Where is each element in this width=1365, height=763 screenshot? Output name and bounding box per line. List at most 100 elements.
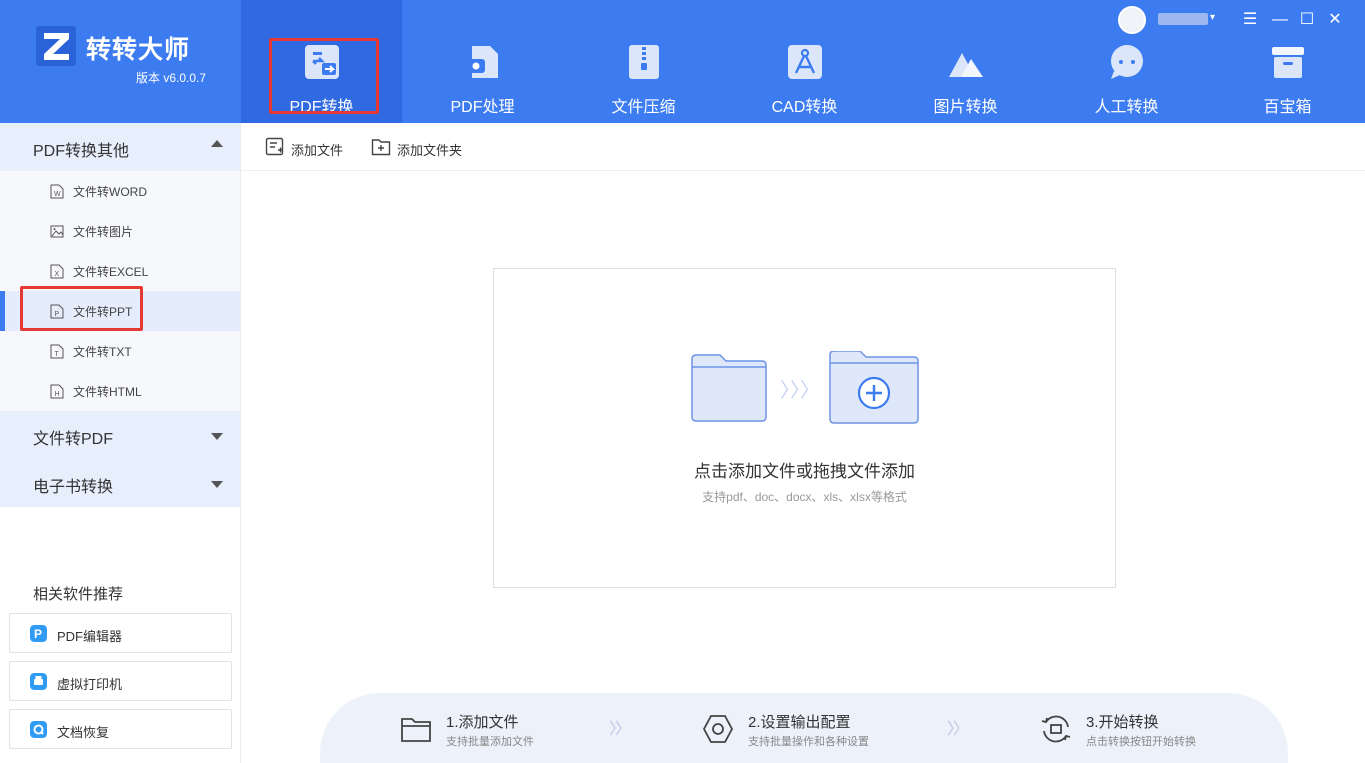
sidebar-item-label: 文件转TXT [73,345,132,359]
nav-label: PDF转换 [289,99,354,116]
active-indicator [0,291,5,331]
pdf-editor-icon: P [30,625,47,642]
settings-hex-icon [702,715,734,743]
sidebar-item-label: 文件转PPT [73,305,133,319]
zip-icon [629,45,659,79]
nav-tab-image-convert[interactable]: 图片转换 [885,0,1046,123]
sidebar-item-label: 文件转EXCEL [73,265,149,279]
app-header: 转转大师 版本 v6.0.0.7 PDF转换 PDF处理 文件压缩 CAD转换 … [0,0,1365,123]
svg-text:W: W [54,191,61,198]
step-subtitle: 点击转换按钮开始转换 [1086,736,1196,748]
chevron-down-icon[interactable]: ▾ [1210,12,1215,23]
step-title: 3.开始转换 [1086,714,1159,731]
sidebar-item-label: 文件转WORD [73,185,147,199]
toolbar: 添加文件 添加文件夹 [241,123,1365,171]
sidebar-group-label: PDF转换其他 [33,143,130,160]
nav-tab-file-compress[interactable]: 文件压缩 [563,0,724,123]
nav-tab-pdf-process[interactable]: PDF处理 [402,0,563,123]
file-dropzone[interactable]: 〉〉〉 点击添加文件或拖拽文件添加 支持pdf、doc、docx、xls、xls… [493,268,1116,588]
step-subtitle: 支持批量添加文件 [446,736,534,748]
app-version: 版本 v6.0.0.7 [136,71,207,85]
folder-icon [401,718,431,742]
recommend-label: PDF编辑器 [57,629,123,644]
sidebar-item-to-html[interactable]: H 文件转HTML [0,371,240,411]
app-logo-icon [36,26,76,66]
chat-bubble-icon [1111,45,1143,79]
nav-label: CAD转换 [771,99,838,116]
step-add-file: 1.添加文件 支持批量添加文件 [400,711,600,751]
add-file-icon [265,137,284,156]
minimize-button[interactable]: — [1270,10,1290,30]
step-title: 1.添加文件 [446,714,519,731]
svg-text:X: X [55,271,60,278]
brand: 转转大师 版本 v6.0.0.7 [36,26,236,96]
chevron-down-icon [211,433,223,440]
recommend-label: 虚拟打印机 [57,677,123,692]
svg-text:H: H [55,391,60,398]
add-folder-button[interactable]: 添加文件夹 [371,137,481,158]
sidebar-item-to-excel[interactable]: X 文件转EXCEL [0,251,240,291]
step-arrow: 〉〉 [947,721,969,738]
arrows-glyph: 〉〉〉 [780,378,820,402]
svg-text:P: P [55,311,60,318]
toolbox-icon [1272,47,1304,78]
word-file-icon: W [50,184,64,199]
sidebar-item-to-ppt[interactable]: P 文件转PPT [0,291,240,331]
sidebar-group-pdf-convert-other[interactable]: PDF转换其他 [0,123,240,171]
maximize-button[interactable]: ☐ [1297,10,1317,30]
dropzone-title: 点击添加文件或拖拽文件添加 [694,462,915,481]
user-menu[interactable]: ▾ [1118,6,1228,34]
html-file-icon: H [50,384,64,399]
step-start-convert: 3.开始转换 点击转换按钮开始转换 [1040,711,1260,751]
doc-recovery-icon [30,721,47,738]
recommend-title: 相关软件推荐 [33,586,124,603]
nav-tab-pdf-convert[interactable]: PDF转换 [241,0,402,123]
virtual-printer-icon [30,673,47,690]
sidebar-item-to-image[interactable]: 文件转图片 [0,211,240,251]
recommend-pdf-editor[interactable]: P PDF编辑器 [9,613,232,653]
step-subtitle: 支持批量操作和各种设置 [748,736,869,748]
nav-tab-cad-convert[interactable]: CAD转换 [724,0,885,123]
sidebar-group-file-to-pdf[interactable]: 文件转PDF [0,411,240,459]
nav-label: 人工转换 [1094,99,1159,116]
image-mountain-icon [949,53,983,77]
txt-file-icon: T [50,344,64,359]
recommend-doc-recovery[interactable]: 文档恢复 [9,709,232,749]
menu-icon[interactable]: ☰ [1240,10,1260,30]
ppt-file-icon: P [50,304,64,319]
app-name: 转转大师 [86,36,191,64]
chevron-down-icon [211,481,223,488]
excel-file-icon: X [50,264,64,279]
add-folder-label: 添加文件夹 [397,143,463,158]
pdf-convert-icon [305,45,339,79]
sidebar-item-label: 文件转图片 [73,225,134,239]
folder-to-folder-icon: 〉〉〉 [691,351,919,424]
add-folder-icon [371,139,391,156]
cad-icon [788,45,822,79]
convert-icon [1041,715,1071,743]
step-title: 2.设置输出配置 [748,714,851,731]
nav-label: PDF处理 [450,99,515,116]
recommend-label: 文档恢复 [57,725,110,740]
dropzone-subtitle: 支持pdf、doc、docx、xls、xlsx等格式 [702,490,907,504]
username-redacted[interactable] [1158,13,1208,25]
sidebar-item-to-word[interactable]: W 文件转WORD [0,171,240,211]
picture-icon [50,225,64,238]
step-arrow: 〉〉 [609,721,631,738]
sidebar-group-label: 电子书转换 [33,479,114,496]
close-button[interactable]: ✕ [1325,10,1345,30]
add-file-label: 添加文件 [291,143,344,158]
sidebar-group-ebook-convert[interactable]: 电子书转换 [0,459,240,507]
add-file-button[interactable]: 添加文件 [265,137,355,158]
sidebar: PDF转换其他 W 文件转WORD 文件转图片 X 文件转EXCEL P 文件转… [0,123,241,763]
sidebar-item-to-txt[interactable]: T 文件转TXT [0,331,240,371]
step-output-settings: 2.设置输出配置 支持批量操作和各种设置 [702,711,922,751]
sidebar-item-label: 文件转HTML [73,385,142,399]
pdf-process-icon [467,46,498,78]
avatar[interactable] [1118,6,1146,34]
nav-label: 文件压缩 [611,99,676,116]
recommend-virtual-printer[interactable]: 虚拟打印机 [9,661,232,701]
nav-label: 百宝箱 [1263,99,1312,116]
svg-text:T: T [55,351,60,358]
svg-text:P: P [34,627,42,641]
